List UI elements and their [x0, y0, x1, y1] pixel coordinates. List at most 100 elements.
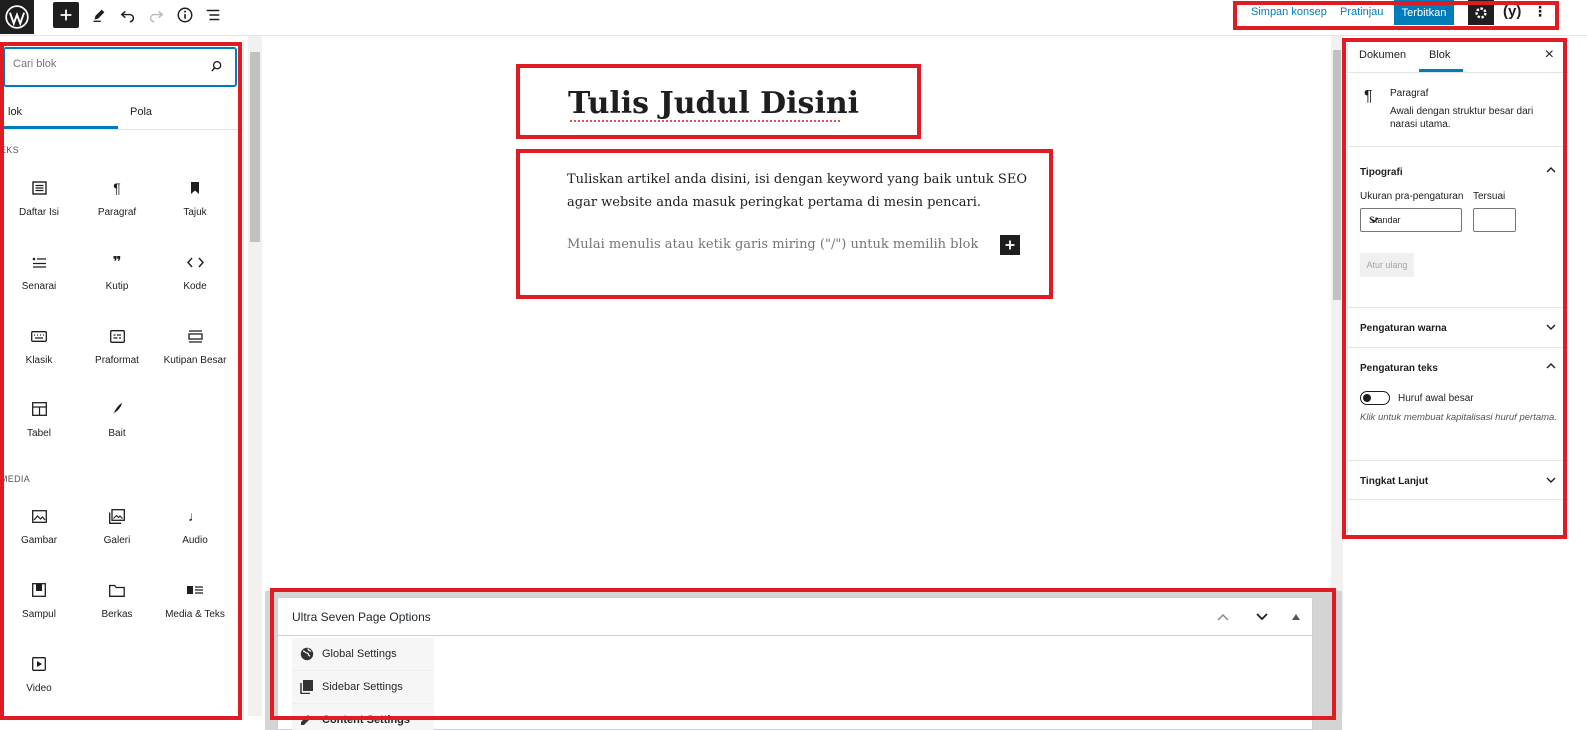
pilcrow-icon: ¶ — [113, 180, 121, 196]
block-card-title: Paragraf — [1390, 88, 1429, 99]
list-icon — [30, 179, 48, 197]
font-size-select[interactable]: Standar — [1360, 208, 1462, 232]
block-pullquote[interactable]: Kutipan Besar — [156, 327, 234, 387]
paragraph-block[interactable]: Tuliskan artikel anda disini, isi dengan… — [567, 168, 1027, 214]
settings-sidebar: Dokumen Blok × ¶ Paragraf Awali dengan s… — [1347, 40, 1568, 540]
scrollbar-thumb[interactable] — [250, 52, 260, 242]
move-down-icon[interactable] — [1253, 608, 1271, 626]
color-settings-panel[interactable]: Pengaturan warna — [1348, 307, 1568, 347]
block-image[interactable]: Gambar — [0, 507, 78, 567]
image-icon — [30, 507, 48, 525]
custom-size-input[interactable] — [1473, 208, 1516, 232]
yoast-seo-icon[interactable]: (y) — [1503, 3, 1521, 20]
tab-blocks[interactable]: lok — [0, 106, 119, 129]
list-view-icon[interactable] — [200, 2, 226, 28]
block-inserter-panel: lok Pola EKS Daftar Isi ¶ Paragraf Tajuk… — [0, 40, 244, 720]
metabox-tab-global-settings[interactable]: Global Settings — [292, 638, 434, 671]
video-icon — [30, 655, 48, 673]
metabox-tab-content-settings[interactable]: Content Settings — [292, 704, 434, 730]
more-options-icon[interactable]: ⋮ — [1533, 3, 1547, 20]
dropcap-label: Huruf awal besar — [1398, 393, 1474, 404]
code-icon — [186, 253, 204, 271]
chevron-down-icon[interactable] — [1546, 475, 1556, 486]
search-icon[interactable] — [210, 60, 223, 76]
verse-icon — [108, 400, 126, 418]
spellcheck-underline — [570, 119, 840, 122]
add-block-icon[interactable] — [53, 2, 79, 28]
inserter-tabs: lok Pola — [0, 98, 243, 130]
chevron-up-icon[interactable] — [1546, 165, 1556, 176]
undo-icon[interactable] — [115, 2, 141, 28]
block-code[interactable]: Kode — [156, 253, 234, 313]
edit-icon — [300, 713, 313, 729]
dropcap-toggle[interactable] — [1360, 391, 1390, 405]
move-up-icon[interactable] — [1214, 608, 1232, 626]
pilcrow-icon: ¶ — [1364, 88, 1373, 105]
metabox-header: Ultra Seven Page Options — [278, 598, 1314, 636]
preview-button[interactable]: Pratinjau — [1340, 6, 1383, 18]
block-paragraph[interactable]: ¶ Paragraf — [78, 179, 156, 239]
metabox-title: Ultra Seven Page Options — [292, 610, 431, 624]
wordpress-logo-icon[interactable] — [0, 0, 34, 34]
block-preformatted[interactable]: Praformat — [78, 327, 156, 387]
block-heading[interactable]: Tajuk — [156, 179, 234, 239]
copy-icon — [300, 680, 313, 697]
preset-size-label: Ukuran pra-pengaturan — [1360, 191, 1464, 202]
settings-gear-icon[interactable] — [1468, 0, 1494, 25]
chevron-up-icon[interactable] — [1546, 361, 1556, 372]
globe-icon — [300, 647, 314, 664]
audio-icon: ♩ — [188, 508, 202, 524]
block-gallery[interactable]: Galeri — [78, 507, 156, 567]
reset-button[interactable]: Atur ulang — [1360, 253, 1414, 277]
chevron-down-icon — [1369, 215, 1453, 225]
cover-icon — [30, 581, 48, 599]
collapse-toggle-icon[interactable] — [1287, 608, 1305, 626]
bullet-list-icon — [30, 253, 48, 271]
chevron-down-icon[interactable] — [1546, 322, 1556, 333]
block-table-of-contents[interactable]: Daftar Isi — [0, 179, 78, 239]
preformatted-icon — [108, 327, 126, 345]
block-list[interactable]: Senarai — [0, 253, 78, 313]
save-draft-button[interactable]: Simpan konsep — [1251, 6, 1327, 18]
block-search[interactable] — [4, 48, 236, 86]
info-icon[interactable] — [172, 2, 198, 28]
block-video[interactable]: Video — [0, 655, 78, 715]
table-icon — [30, 400, 48, 418]
media-text-icon — [186, 581, 204, 599]
edit-pencil-icon[interactable] — [86, 2, 112, 28]
folder-icon — [108, 581, 126, 599]
bookmark-icon — [186, 179, 204, 197]
advanced-title[interactable]: Tingkat Lanjut — [1360, 476, 1428, 487]
quote-icon: ❞ — [112, 254, 122, 271]
block-cover[interactable]: Sampul — [0, 581, 78, 641]
pullquote-icon — [186, 327, 204, 345]
block-file[interactable]: Berkas — [78, 581, 156, 641]
inserter-scrollbar[interactable] — [248, 36, 262, 716]
add-block-inline-icon[interactable] — [1000, 235, 1020, 255]
color-settings-title[interactable]: Pengaturan warna — [1360, 323, 1447, 334]
keyboard-icon — [30, 327, 48, 345]
tab-patterns[interactable]: Pola — [130, 106, 152, 118]
metabox-tab-sidebar-settings[interactable]: Sidebar Settings — [292, 671, 434, 704]
close-icon[interactable]: × — [1545, 46, 1554, 64]
scrollbar-thumb[interactable] — [1333, 50, 1341, 300]
text-settings-title[interactable]: Pengaturan teks — [1360, 363, 1438, 374]
search-input[interactable] — [13, 58, 193, 70]
publish-button[interactable]: Terbitkan — [1394, 0, 1454, 25]
advanced-panel[interactable]: Tingkat Lanjut — [1348, 460, 1568, 500]
block-verse[interactable]: Bait — [78, 400, 156, 460]
sidebar-tabs: Dokumen Blok × — [1348, 40, 1568, 73]
block-media-text[interactable]: Media & Teks — [156, 581, 234, 641]
block-classic[interactable]: Klasik — [0, 327, 78, 387]
post-title[interactable]: Tulis Judul Disini — [568, 86, 859, 121]
block-audio[interactable]: ♩ Audio — [156, 507, 234, 567]
tab-block[interactable]: Blok — [1418, 49, 1464, 72]
redo-icon[interactable] — [143, 2, 169, 28]
block-table[interactable]: Tabel — [0, 400, 78, 460]
typography-title[interactable]: Tipografi — [1360, 167, 1403, 178]
category-text-heading: EKS — [0, 145, 19, 155]
block-placeholder[interactable]: Mulai menulis atau ketik garis miring ("… — [567, 237, 978, 252]
block-quote[interactable]: ❞ Kutip — [78, 253, 156, 313]
custom-size-label: Tersuai — [1473, 191, 1506, 202]
tab-document[interactable]: Dokumen — [1359, 49, 1406, 61]
